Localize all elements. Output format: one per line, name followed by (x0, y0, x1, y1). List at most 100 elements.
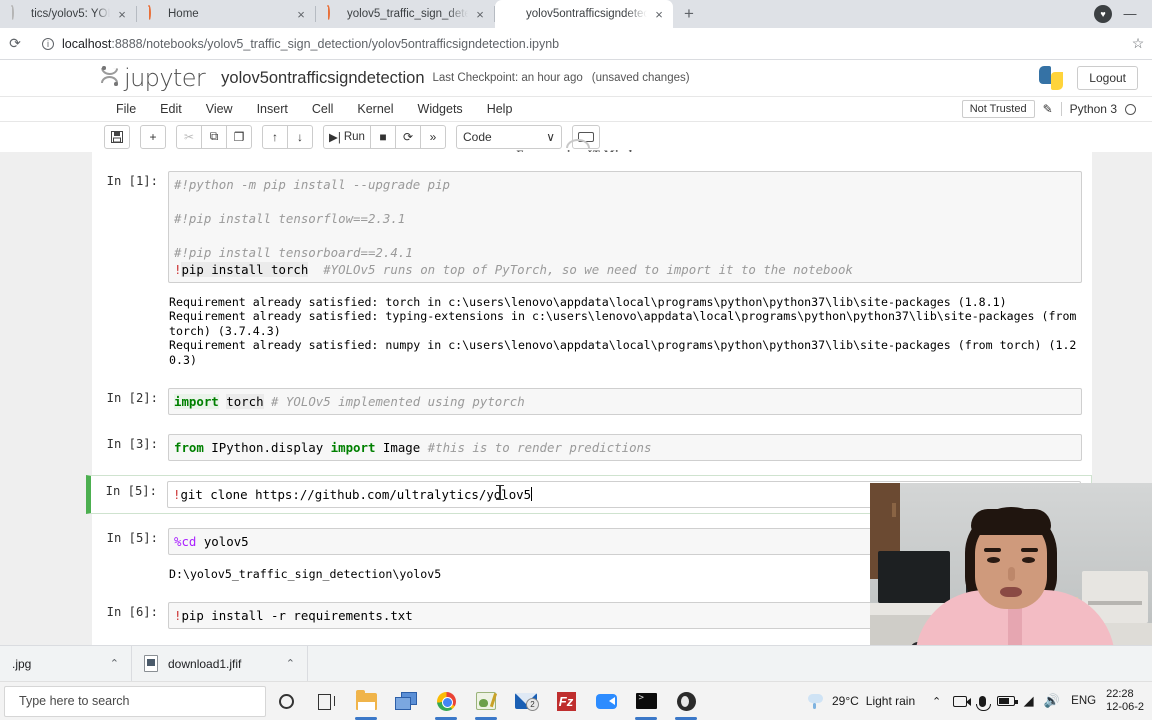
toolbar-group-move: ↑ ↓ (262, 124, 313, 149)
address-bar[interactable]: i localhost:8888/notebooks/yolov5_traffi… (32, 32, 1116, 56)
paint-icon[interactable] (466, 682, 506, 720)
chrome-icon[interactable] (426, 682, 466, 720)
taskbar-search-input[interactable]: Type here to search (4, 685, 266, 717)
menu-file[interactable]: File (104, 99, 148, 119)
battery-icon[interactable] (994, 682, 1018, 720)
cell-input-area[interactable]: from IPython.display import Image #this … (168, 434, 1082, 462)
windows-taskbar: Type here to search 2 Fz 29°C Light rain… (0, 681, 1152, 720)
downloads-bar: .jpg ⌃ download1.jfif ⌃ (0, 645, 1152, 682)
browser-tab-title: yolov5ontrafficsigndetection - Ju (526, 8, 647, 20)
command-prompt-icon[interactable] (626, 682, 666, 720)
menubar-right: Not Trusted ✎ Python 3 (961, 100, 1136, 118)
copy-button[interactable]: ⧉ (201, 124, 227, 149)
download-item-0[interactable]: .jpg ⌃ (0, 645, 132, 682)
new-tab-button[interactable]: + (675, 0, 703, 28)
restart-kernel-button[interactable]: ⟳ (395, 124, 421, 149)
clock-date: 12-06-2 (1106, 701, 1144, 713)
url-host: localhost (62, 36, 112, 51)
clock[interactable]: 22:28 12-06-2 (1104, 688, 1144, 714)
zoom-icon[interactable] (586, 682, 626, 720)
microphone-icon[interactable] (971, 682, 994, 720)
trust-badge[interactable]: Not Trusted (961, 100, 1035, 118)
menu-edit[interactable]: Edit (148, 99, 194, 119)
weather-widget[interactable]: 29°C Light rain (807, 693, 925, 709)
mouse-ibeam-cursor (496, 485, 504, 501)
move-cell-up-button[interactable]: ↑ (262, 124, 288, 149)
menu-help[interactable]: Help (475, 99, 525, 119)
tray-expand-icon[interactable]: ⌃ (925, 682, 948, 720)
file-explorer-icon[interactable] (346, 682, 386, 720)
notebook-cell-1[interactable]: In [1]: #!python -m pip install --upgrad… (92, 166, 1092, 288)
paste-button[interactable]: ❐ (226, 124, 252, 149)
cell-prompt: In [3]: (106, 437, 158, 452)
wifi-icon[interactable]: ◢ (1017, 682, 1040, 720)
restart-run-all-button[interactable]: » (420, 124, 446, 149)
filezilla-icon[interactable]: Fz (546, 682, 586, 720)
notebook-name[interactable]: yolov5ontrafficsigndetection (221, 69, 424, 88)
menu-view[interactable]: View (194, 99, 245, 119)
minimize-button[interactable]: — (1122, 7, 1138, 20)
webcam-monitor (878, 551, 950, 603)
tab-close-icon[interactable]: × (651, 6, 667, 22)
toolbar-group-edit: ✂ ⧉ ❐ (176, 124, 252, 149)
jupyter-logo-text: jupyter (124, 64, 206, 92)
system-tray: 29°C Light rain ⌃ ◢ 🔊 ENG 22:28 12-06-2 (807, 682, 1152, 720)
cell-type-select[interactable]: Code ∨ (456, 124, 562, 149)
tab-close-icon[interactable]: × (293, 6, 309, 22)
chevron-up-icon[interactable]: ⌃ (286, 657, 295, 670)
rain-icon (807, 693, 825, 709)
webcam-nose (1008, 567, 1015, 581)
browser-tab-0[interactable]: tics/yolov5: YOLOv5 in PyT × (0, 0, 136, 28)
mail-icon[interactable]: 2 (506, 682, 546, 720)
download-filename: .jpg (12, 656, 32, 671)
reload-icon[interactable]: ⟳ (2, 35, 28, 52)
jupyter-logo-icon (100, 66, 119, 86)
menu-kernel[interactable]: Kernel (345, 99, 405, 119)
header-right: Logout (1039, 66, 1138, 90)
save-button[interactable] (104, 124, 130, 149)
webcam-eye-left (987, 557, 1000, 563)
menu-insert[interactable]: Insert (245, 99, 300, 119)
notebook-cell-3[interactable]: In [3]: from IPython.display import Imag… (92, 429, 1092, 466)
tab-close-icon[interactable]: × (114, 6, 130, 22)
jupyter-notebook-icon (505, 7, 519, 21)
menu-cell[interactable]: Cell (300, 99, 346, 119)
jupyter-logo[interactable]: jupyter (100, 64, 206, 92)
camera-icon[interactable] (948, 682, 971, 720)
logout-button[interactable]: Logout (1077, 66, 1138, 90)
cell-type-value: Code (463, 129, 492, 144)
cell-output-text: Requirement already satisfied: torch in … (169, 295, 1077, 367)
browser-tab-title: Home (168, 8, 199, 20)
cortana-icon[interactable] (266, 682, 306, 720)
menu-widgets[interactable]: Widgets (406, 99, 475, 119)
task-view-icon[interactable] (306, 682, 346, 720)
run-button[interactable]: ▶| Run (323, 124, 371, 149)
browser-tab-1[interactable]: Home × (137, 0, 315, 28)
move-cell-down-button[interactable]: ↓ (287, 124, 313, 149)
screen: tics/yolov5: YOLOv5 in PyT × Home × yolo… (0, 0, 1152, 720)
remote-desktop-icon[interactable] (386, 682, 426, 720)
tab-close-icon[interactable]: × (472, 6, 488, 22)
notebook-cell-2[interactable]: In [2]: import torch # YOLOv5 implemente… (92, 383, 1092, 420)
webcam-eye-right (1022, 557, 1035, 563)
insert-cell-button[interactable]: + (140, 124, 166, 149)
obs-icon[interactable] (666, 682, 706, 720)
bookmark-star-icon[interactable]: ☆ (1124, 35, 1152, 52)
window-controls: ♥ — (1094, 0, 1152, 28)
run-label: Run (343, 130, 365, 143)
cut-button[interactable]: ✂ (176, 124, 202, 149)
profile-icon[interactable]: ♥ (1094, 5, 1112, 23)
cell-input-area[interactable]: #!python -m pip install --upgrade pip #!… (168, 171, 1082, 283)
language-indicator[interactable]: ENG (1063, 695, 1104, 707)
chevron-up-icon[interactable]: ⌃ (110, 657, 119, 670)
browser-tab-2[interactable]: yolov5_traffic_sign_detection/ × (316, 0, 494, 28)
cell-input-area[interactable]: import torch # YOLOv5 implemented using … (168, 388, 1082, 416)
site-info-icon[interactable]: i (42, 37, 54, 50)
kernel-name[interactable]: Python 3 (1070, 102, 1117, 116)
jupyter-icon (147, 5, 161, 21)
volume-icon[interactable]: 🔊 (1040, 682, 1063, 720)
browser-tab-3-active[interactable]: yolov5ontrafficsigndetection - Ju × (495, 0, 673, 28)
download-item-1[interactable]: download1.jfif ⌃ (132, 645, 308, 682)
interrupt-kernel-button[interactable]: ■ (370, 124, 396, 149)
cell-prompt: In [1]: (106, 174, 158, 188)
